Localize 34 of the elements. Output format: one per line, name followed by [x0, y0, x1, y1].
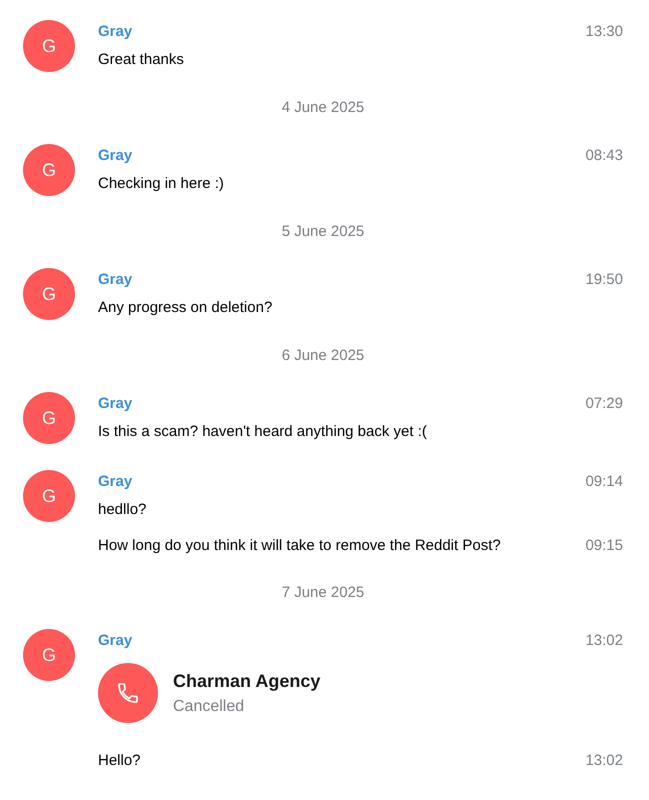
message-time: 09:14	[585, 472, 623, 492]
sender-name: Gray	[98, 146, 132, 166]
message-time: 07:29	[585, 394, 623, 414]
message-time: 08:43	[585, 146, 623, 166]
message-text: Great thanks	[98, 50, 184, 70]
message-time: 13:30	[585, 22, 623, 42]
message-time: 19:50	[585, 270, 623, 290]
call-contact-name: Charman Agency	[173, 670, 320, 692]
date-separator: 4 June 2025	[282, 98, 364, 118]
message-text: How long do you think it will take to remove the Reddit Post?	[98, 536, 501, 556]
avatar: G	[23, 144, 75, 196]
sender-name: Gray	[98, 22, 132, 42]
date-separator: 5 June 2025	[282, 222, 364, 242]
message-text: Any progress on deletion?	[98, 298, 272, 318]
avatar: G	[23, 268, 75, 320]
message-text: Hello?	[98, 751, 141, 771]
message-text: hedllo?	[98, 500, 146, 520]
avatar: G	[23, 392, 75, 444]
message-time: 09:15	[585, 536, 623, 556]
sender-name: Gray	[98, 472, 132, 492]
call-status: Cancelled	[173, 696, 246, 716]
message-text: Is this a scam? haven't heard anything back yet :(	[98, 422, 427, 442]
sender-name: Gray	[98, 270, 132, 290]
sender-name: Gray	[98, 631, 132, 651]
message-time: 13:02	[585, 751, 623, 771]
sender-name: Gray	[98, 394, 132, 414]
message-text: Checking in here :)	[98, 174, 224, 194]
message-time: 13:02	[585, 631, 623, 651]
phone-icon	[98, 663, 158, 723]
avatar: G	[23, 470, 75, 522]
avatar: G	[23, 629, 75, 681]
date-separator: 7 June 2025	[282, 583, 364, 603]
avatar: G	[23, 20, 75, 72]
date-separator: 6 June 2025	[282, 346, 364, 366]
